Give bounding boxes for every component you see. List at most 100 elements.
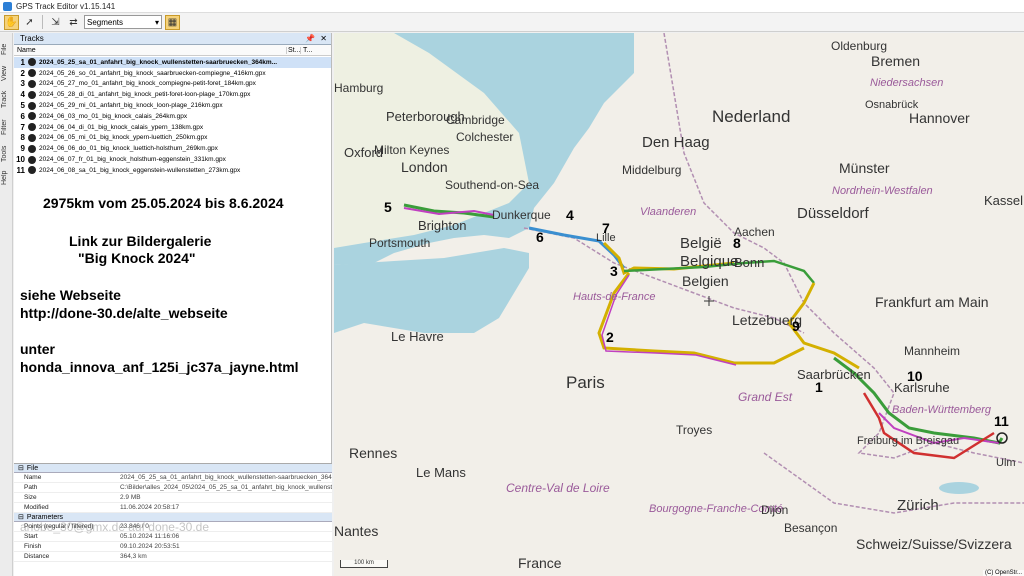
- pin-icon[interactable]: 📌: [305, 34, 315, 43]
- map-label: Freiburg im Breisgau: [857, 435, 960, 447]
- track-number: 4: [20, 90, 25, 100]
- select-arrow-icon[interactable]: ➚: [22, 15, 37, 30]
- track-number-label: 8: [733, 235, 741, 251]
- property-row: Name 2024_05_25_sa_01_anfahrt_big_knock_w…: [14, 473, 332, 483]
- collapse-icon: ⊟: [18, 465, 24, 472]
- gallery-link-line1: Link zur Bildergalerie: [69, 233, 212, 249]
- lake-constance: [939, 482, 979, 494]
- globe-icon: [28, 112, 36, 121]
- property-key: Finish: [24, 543, 42, 550]
- close-icon[interactable]: ✕: [320, 34, 327, 43]
- side-tab-filter[interactable]: Filter: [1, 115, 12, 139]
- layout-icon[interactable]: ▦: [165, 14, 180, 30]
- property-value: C:\Bilder\alles_2024_05\2024_05_25_sa_01…: [120, 484, 332, 491]
- globe-icon: [28, 155, 36, 164]
- track-number-label: 5: [384, 199, 392, 215]
- map-label: Mannheim: [904, 344, 961, 358]
- track-row[interactable]: 9 2024_06_06_do_01_big_knock_luettich-hol…: [14, 143, 331, 154]
- map-label: Colchester: [456, 130, 514, 144]
- property-value: 11.06.2024 20:58:17: [120, 504, 180, 511]
- track-number-label: 4: [566, 207, 574, 223]
- map-label: Dijon: [761, 503, 789, 517]
- track-row[interactable]: 1 2024_05_25_sa_01_anfahrt_big_knock_wull…: [14, 57, 331, 68]
- watermark: anobo_30@gmx.de auf done-30.de: [20, 520, 209, 534]
- track-filename: 2024_05_27_mo_01_anfahrt_big_knock_compi…: [39, 80, 256, 88]
- map-label: Nordrhein-Westfalen: [832, 185, 933, 197]
- map-label: Centre-Val de Loire: [506, 481, 610, 495]
- track-number-label: 1: [815, 379, 823, 395]
- website-url: http://done-30.de/alte_webseite: [20, 305, 228, 321]
- file-group-header[interactable]: ⊟ File: [14, 464, 332, 473]
- property-key: Start: [24, 533, 38, 540]
- tracks-column-header: Name St... T...: [14, 45, 331, 56]
- map-label: Nederland: [712, 107, 791, 126]
- track-row[interactable]: 7 2024_06_04_di_01_big_knock_calais_ypern…: [14, 122, 331, 133]
- track-row[interactable]: 5 2024_05_29_mi_01_anfahrt_big_knock_loon…: [14, 100, 331, 111]
- track-number-label: 11: [994, 413, 1009, 429]
- track-number: 5: [20, 101, 25, 111]
- side-tab-view[interactable]: View: [1, 63, 12, 83]
- map-scale-bar: 100 km: [340, 560, 388, 568]
- map-label: Den Haag: [642, 134, 710, 151]
- track-number: 9: [20, 144, 25, 154]
- map-label: Oldenburg: [831, 39, 888, 53]
- track-row[interactable]: 3 2024_05_27_mo_01_anfahrt_big_knock_comp…: [14, 79, 331, 90]
- map-label: Schweiz/Suisse/Svizzera: [856, 536, 1012, 552]
- track-number: 11: [16, 165, 25, 175]
- file-group-label: File: [26, 464, 39, 472]
- map-label: Cambridge: [446, 113, 505, 127]
- map-view[interactable]: Hamburg Oldenburg Bremen Niedersachsen Osnab…: [334, 33, 1024, 576]
- map-label: Ulm: [996, 457, 1016, 469]
- swap-icon[interactable]: ⇄: [66, 15, 81, 30]
- split-icon[interactable]: ⇲: [48, 15, 63, 30]
- map-label: België: [680, 235, 722, 252]
- side-tab-file[interactable]: File: [1, 39, 12, 59]
- pan-hand-icon[interactable]: ✋: [4, 14, 19, 30]
- column-status[interactable]: St...: [286, 46, 300, 54]
- track-row[interactable]: 6 2024_06_03_mo_01_big_knock_calais_264km…: [14, 111, 331, 122]
- property-row: Path C:\Bilder\alles_2024_05\2024_05_25_s…: [14, 483, 332, 493]
- track-row[interactable]: 11 2024_06_08_sa_01_big_knock_eggenstein-…: [14, 165, 331, 176]
- column-t[interactable]: T...: [300, 46, 314, 54]
- toolbar: ✋ ➚ ⇲ ⇄ Segments ▾ ▦: [0, 13, 1024, 32]
- side-tab-help[interactable]: Help: [1, 169, 12, 187]
- track-10[interactable]: [862, 392, 995, 460]
- page-name: honda_innova_anf_125i_jc37a_jayne.html: [20, 359, 299, 375]
- map-label: Besançon: [784, 521, 838, 535]
- side-tab-strip: File View Track Filter Tools Help: [0, 33, 13, 576]
- property-row: Modified 11.06.2024 20:58:17: [14, 503, 332, 513]
- property-key: Modified: [24, 504, 49, 511]
- map-attribution: (C) OpenStr...: [982, 570, 1024, 576]
- track-row[interactable]: 4 2024_05_28_di_01_anfahrt_big_knock_peti…: [14, 89, 331, 100]
- property-key: Size: [24, 494, 37, 501]
- column-name[interactable]: Name: [14, 47, 286, 54]
- track-row[interactable]: 2 2024_05_26_so_01_anfahrt_big_knock_saar…: [14, 68, 331, 79]
- track-row[interactable]: 10 2024_06_07_fr_01_big_knock_holsthum-eg…: [14, 154, 331, 165]
- map-label: France: [518, 555, 562, 571]
- property-row: Distance 364,3 km: [14, 552, 332, 562]
- tracks-list: 1 2024_05_25_sa_01_anfahrt_big_knock_wull…: [14, 56, 331, 176]
- side-tab-track[interactable]: Track: [1, 87, 12, 111]
- tracks-panel-header: Tracks 📌 ✕: [14, 33, 331, 45]
- map-label: Hannover: [909, 110, 970, 126]
- property-key: Distance: [24, 553, 50, 560]
- track-filename: 2024_05_29_mi_01_anfahrt_big_knock_loon-…: [39, 102, 223, 110]
- map-label: Brighton: [418, 218, 467, 233]
- title-bar: GPS Track Editor v1.15.141: [0, 0, 1024, 13]
- track-number: 7: [20, 122, 25, 132]
- track-number-label: 6: [536, 229, 544, 245]
- globe-icon: [28, 79, 36, 88]
- map-label: Milton Keynes: [374, 143, 450, 157]
- map-label: Hamburg: [334, 81, 384, 95]
- track-row[interactable]: 8 2024_06_05_mi_01_big_knock_ypern-luetti…: [14, 133, 331, 144]
- map-label: Troyes: [676, 423, 713, 437]
- track-number-label: 3: [610, 263, 618, 279]
- map-label: Le Mans: [416, 465, 466, 480]
- property-key: Path: [24, 484, 38, 491]
- track-filename: 2024_06_07_fr_01_big_knock_holsthum-egge…: [39, 156, 226, 164]
- globe-icon: [28, 101, 36, 110]
- track-number: 2: [20, 68, 25, 78]
- track-number: 3: [20, 79, 25, 89]
- segments-dropdown[interactable]: Segments ▾: [84, 15, 162, 29]
- side-tab-tools[interactable]: Tools: [1, 143, 12, 165]
